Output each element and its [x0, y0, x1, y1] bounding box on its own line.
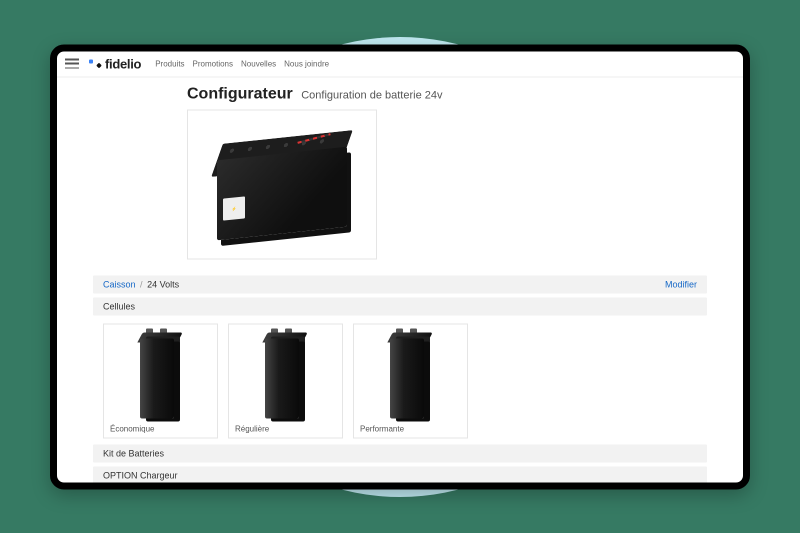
section-header-option-chargeur[interactable]: OPTION Chargeur: [93, 466, 707, 482]
cell-option-performante[interactable]: Performante: [353, 323, 468, 438]
battery-illustration: ⚡: [207, 129, 357, 239]
brand-logo[interactable]: fidelio: [89, 56, 141, 71]
breadcrumb: Caisson / 24 Volts: [103, 279, 179, 289]
breadcrumb-separator: /: [140, 279, 143, 289]
nav-item-nouvelles[interactable]: Nouvelles: [241, 59, 276, 68]
cell-image: [376, 330, 446, 420]
nav-item-produits[interactable]: Produits: [155, 59, 184, 68]
cells-options-row: Économique Régulière P: [93, 315, 707, 444]
breadcrumb-bar: Caisson / 24 Volts Modifier: [93, 275, 707, 293]
cell-label: Économique: [110, 424, 154, 433]
page-content: Configurateur Configuration de batterie …: [57, 77, 743, 482]
section-header-kit[interactable]: Kit de Batteries: [93, 444, 707, 462]
cell-label: Performante: [360, 424, 404, 433]
section-title-option: OPTION Chargeur: [103, 470, 178, 480]
configurator-area: Caisson / 24 Volts Modifier Cellules Éco…: [93, 275, 707, 482]
section-header-cellules: Cellules: [93, 297, 707, 315]
section-title-kit: Kit de Batteries: [103, 448, 164, 458]
modify-link[interactable]: Modifier: [665, 279, 697, 289]
product-hero-image: ⚡: [187, 109, 377, 259]
breadcrumb-caisson[interactable]: Caisson: [103, 279, 136, 289]
app-window: fidelio Produits Promotions Nouvelles No…: [50, 44, 750, 489]
cell-image: [251, 330, 321, 420]
app-header: fidelio Produits Promotions Nouvelles No…: [57, 51, 743, 77]
page-title: Configurateur: [187, 85, 293, 102]
brand-name: fidelio: [105, 56, 141, 71]
logo-mark-icon: [89, 58, 101, 70]
cell-label: Régulière: [235, 424, 269, 433]
section-title-cellules: Cellules: [103, 301, 135, 311]
breadcrumb-voltage: 24 Volts: [147, 279, 179, 289]
page-subtitle: Configuration de batterie 24v: [301, 89, 442, 101]
page-title-row: Configurateur Configuration de batterie …: [57, 85, 743, 109]
cell-image: [126, 330, 196, 420]
cell-option-economique[interactable]: Économique: [103, 323, 218, 438]
cell-option-reguliere[interactable]: Régulière: [228, 323, 343, 438]
top-nav: Produits Promotions Nouvelles Nous joind…: [155, 59, 329, 68]
hamburger-menu-icon[interactable]: [65, 59, 79, 69]
nav-item-nousjoindre[interactable]: Nous joindre: [284, 59, 329, 68]
nav-item-promotions[interactable]: Promotions: [193, 59, 233, 68]
